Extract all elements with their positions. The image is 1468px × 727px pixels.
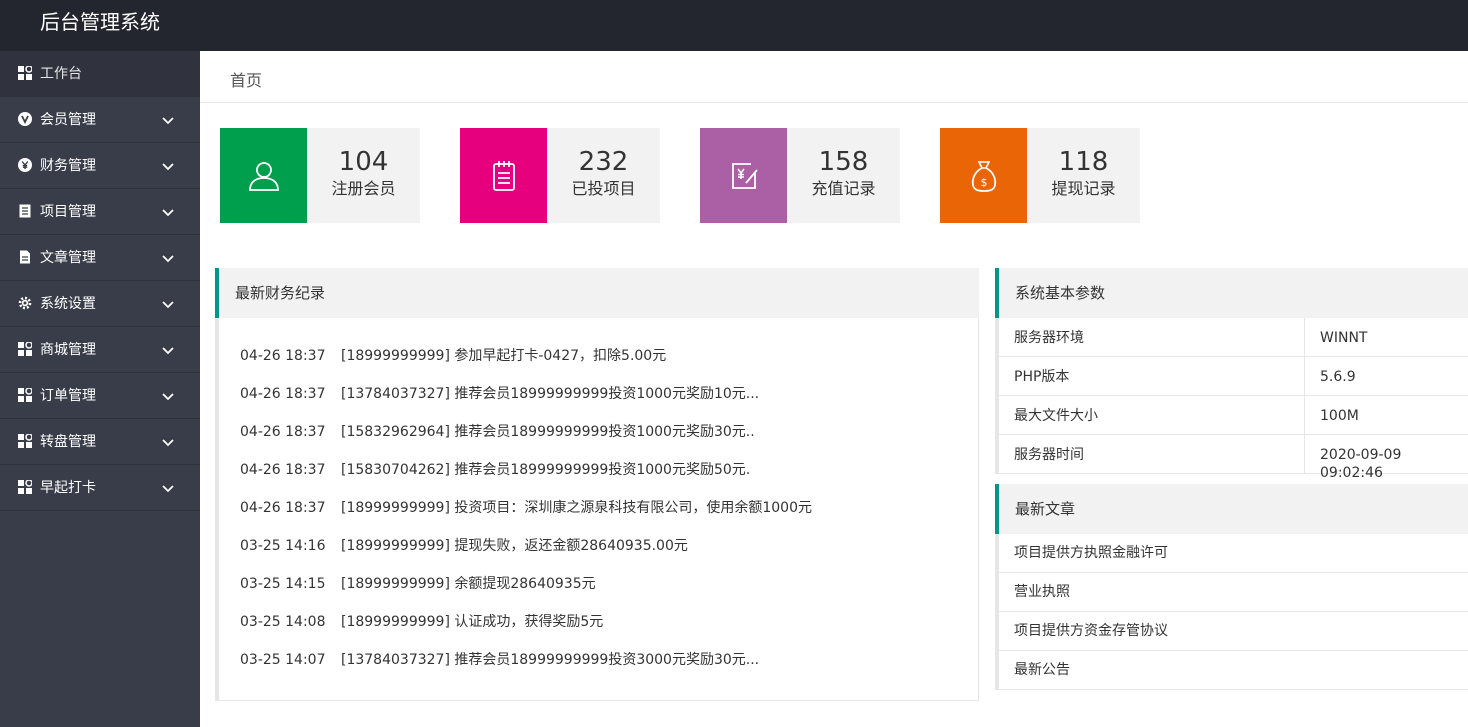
sidebar-item-label: 系统设置 (40, 296, 96, 312)
stat-value: 118 (1058, 147, 1109, 177)
stat-icon-box (700, 128, 787, 223)
article-item[interactable]: 营业执照 (999, 573, 1468, 612)
sidebar-item-label: 商城管理 (40, 342, 96, 358)
chevron-down-icon (162, 209, 174, 217)
params-panel-header: 系统基本参数 (995, 268, 1468, 318)
sidebar-item-label: 财务管理 (40, 158, 96, 174)
sidebar-item-label: 项目管理 (40, 204, 96, 220)
stat-icon-box (460, 128, 547, 223)
document-icon (20, 250, 30, 264)
list-item: 03-25 14:15 [18999999999] 余额提现28640935元 (240, 576, 596, 592)
article-item[interactable]: 项目提供方执照金融许可 (999, 534, 1468, 573)
stat-card-projects[interactable]: 232 已投项目 (460, 128, 660, 223)
articles-list: 项目提供方执照金融许可 营业执照 项目提供方资金存管协议 最新公告 (995, 534, 1468, 690)
chevron-down-icon (162, 393, 174, 401)
sidebar-item-mall[interactable]: 商城管理 (0, 327, 200, 373)
sidebar-item-label: 早起打卡 (40, 480, 96, 496)
params-table: 服务器环境 WINNT PHP版本 5.6.9 最大文件大小 100M 服务器时间 20… (995, 318, 1468, 481)
list-item: 03-25 14:08 [18999999999] 认证成功，获得奖励5元 (240, 614, 604, 630)
table-row: 服务器时间 2020-09-09 09:02:46 (999, 435, 1468, 481)
sidebar-item-wheel[interactable]: 转盘管理 (0, 419, 200, 465)
chevron-down-icon (162, 163, 174, 171)
stat-label: 注册会员 (331, 179, 396, 198)
sidebar-item-workbench[interactable]: 工作台 (0, 51, 200, 97)
stat-value: 232 (578, 147, 629, 177)
dashboard-icon (18, 66, 32, 80)
sidebar-item-label: 文章管理 (40, 250, 96, 266)
top-header: 后台管理系统 (0, 0, 1468, 51)
sidebar-item-orders[interactable]: 订单管理 (0, 373, 200, 419)
stat-icon-box (220, 128, 307, 223)
article-item[interactable]: 项目提供方资金存管协议 (999, 612, 1468, 651)
stat-label: 已投项目 (571, 179, 636, 198)
table-row: PHP版本 5.6.9 (999, 357, 1468, 396)
stat-card-withdraw[interactable]: $ 118 提现记录 (940, 128, 1140, 223)
user-icon (248, 161, 279, 191)
recharge-icon (731, 162, 758, 189)
svg-text:$: $ (980, 176, 987, 189)
sidebar-item-settings[interactable]: 系统设置 (0, 281, 200, 327)
yen-icon (18, 158, 32, 172)
stat-value: 104 (338, 147, 389, 177)
stat-label: 充值记录 (811, 179, 876, 198)
chevron-down-icon (162, 347, 174, 355)
grid-icon (18, 342, 32, 356)
params-panel-title: 系统基本参数 (1015, 284, 1106, 302)
app-title: 后台管理系统 (40, 10, 160, 34)
stat-value: 158 (818, 147, 869, 177)
table-row: 服务器环境 WINNT (999, 318, 1468, 357)
list-item: 04-26 18:37 [15832962964] 推荐会员18999999999… (240, 424, 755, 440)
article-item[interactable]: 最新公告 (999, 651, 1468, 690)
chevron-down-icon (162, 301, 174, 309)
sidebar-item-finance[interactable]: 财务管理 (0, 143, 200, 189)
sidebar-item-checkin[interactable]: 早起打卡 (0, 465, 200, 511)
finance-list: 04-26 18:37 [18999999999] 参加早起打卡-0427，扣除5… (215, 318, 979, 701)
stat-card-recharge[interactable]: 158 充值记录 (700, 128, 900, 223)
main-content: 首页 104 注册会员 232 已投项目 158 充值记录 $ 118 提现记录… (200, 51, 1468, 727)
grid-icon (18, 388, 32, 402)
stat-card-members[interactable]: 104 注册会员 (220, 128, 420, 223)
vip-icon (18, 112, 32, 126)
chevron-down-icon (162, 255, 174, 263)
chevron-down-icon (162, 485, 174, 493)
sidebar-item-members[interactable]: 会员管理 (0, 97, 200, 143)
list-item: 04-26 18:37 [13784037327] 推荐会员18999999999… (240, 386, 760, 402)
list-item: 04-26 18:37 [18999999999] 参加早起打卡-0427，扣除5… (240, 348, 667, 364)
chevron-down-icon (162, 117, 174, 125)
sidebar-item-label: 订单管理 (40, 388, 96, 404)
stat-label: 提现记录 (1051, 179, 1116, 198)
sidebar-item-label: 工作台 (40, 66, 82, 82)
grid-icon (18, 434, 32, 448)
gear-icon (18, 296, 32, 310)
notepad-icon (492, 160, 515, 191)
list-item: 03-25 14:07 [13784037327] 推荐会员18999999999… (240, 652, 760, 668)
breadcrumb: 首页 (200, 51, 1468, 103)
list-icon (19, 204, 31, 218)
breadcrumb-home[interactable]: 首页 (230, 71, 262, 91)
list-item: 03-25 14:16 [18999999999] 提现失败，返还金额286409… (240, 538, 688, 554)
sidebar-item-label: 会员管理 (40, 112, 96, 128)
finance-panel-title: 最新财务纪录 (235, 284, 326, 302)
table-row: 最大文件大小 100M (999, 396, 1468, 435)
sidebar-nav: 工作台 会员管理 财务管理 项目管理 文章管理 系统设置 商城管理 订单管理 转… (0, 51, 200, 727)
sidebar-item-articles[interactable]: 文章管理 (0, 235, 200, 281)
list-item: 04-26 18:37 [15830704262] 推荐会员18999999999… (240, 462, 751, 478)
sidebar-item-projects[interactable]: 项目管理 (0, 189, 200, 235)
money-bag-icon: $ (971, 160, 996, 192)
articles-panel-title: 最新文章 (1015, 500, 1076, 518)
grid-icon (18, 480, 32, 494)
list-item: 04-26 18:37 [18999999999] 投资项目：深圳康之源泉科技有限… (240, 500, 812, 516)
chevron-down-icon (162, 439, 174, 447)
articles-panel-header: 最新文章 (995, 484, 1468, 534)
finance-panel-header: 最新财务纪录 (215, 268, 979, 318)
stat-icon-box: $ (940, 128, 1027, 223)
sidebar-item-label: 转盘管理 (40, 434, 96, 450)
